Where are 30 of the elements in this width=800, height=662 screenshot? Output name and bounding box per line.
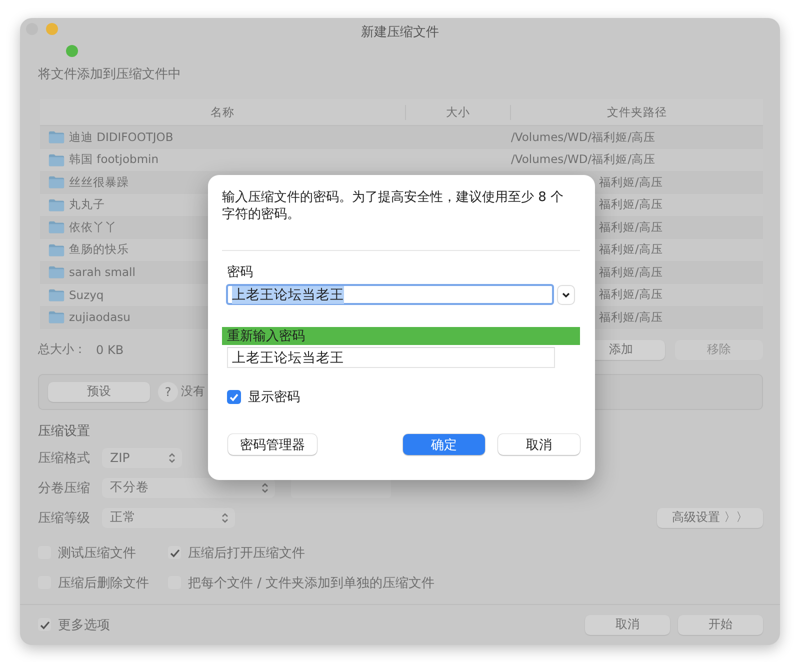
field-label: 密码 bbox=[226, 264, 254, 281]
file-name: 丸丸子 bbox=[69, 197, 105, 212]
file-name: 韩国 footjobmin bbox=[69, 152, 159, 168]
settings-title: 压缩设置 bbox=[38, 422, 91, 440]
file-name: 迪迪 DIDIFOOTJOB bbox=[69, 130, 174, 145]
folder-path: 福利姬/高压 bbox=[599, 264, 663, 279]
preset-text: 没有 bbox=[181, 383, 205, 400]
file-name: 鱼肠的快乐 bbox=[69, 242, 129, 258]
setting-label: 分卷压缩 bbox=[38, 480, 91, 496]
folder-path: /Volumes/WD/福利姬/高压 bbox=[511, 130, 656, 144]
total-size-label: 总大小： bbox=[38, 341, 86, 358]
total-size-value: 0 KB bbox=[96, 342, 124, 356]
setting-label: 压缩格式 bbox=[38, 450, 91, 466]
folder-path: 福利姬/高压 bbox=[599, 197, 663, 212]
folder-path: 福利姬/高压 bbox=[599, 242, 663, 256]
field-label: 重新输入密码 bbox=[222, 327, 580, 345]
folder-path: 福利姬/高压 bbox=[599, 174, 663, 189]
window-title: 新建压缩文件 bbox=[361, 24, 439, 41]
file-name: 丝丝很暴躁 bbox=[69, 174, 129, 190]
file-name: sarah small bbox=[69, 265, 136, 280]
file-name: 依依丫丫 bbox=[69, 220, 117, 235]
folder-path: 福利姬/高压 bbox=[599, 310, 663, 324]
file-name: Suzyq bbox=[69, 288, 104, 302]
section-heading: 将文件添加到压缩文件中 bbox=[38, 66, 182, 84]
folder-path: 福利姬/高压 bbox=[599, 220, 663, 234]
file-name: zujiaodasu bbox=[69, 310, 130, 324]
folder-path: 福利姬/高压 bbox=[599, 287, 663, 302]
folder-path: /Volumes/WD/福利姬/高压 bbox=[511, 152, 656, 166]
dialog-message: 输入压缩文件的密码。为了提高安全性，建议使用至少 8 个字符的密码。 bbox=[222, 189, 565, 223]
setting-label: 压缩等级 bbox=[38, 510, 91, 526]
